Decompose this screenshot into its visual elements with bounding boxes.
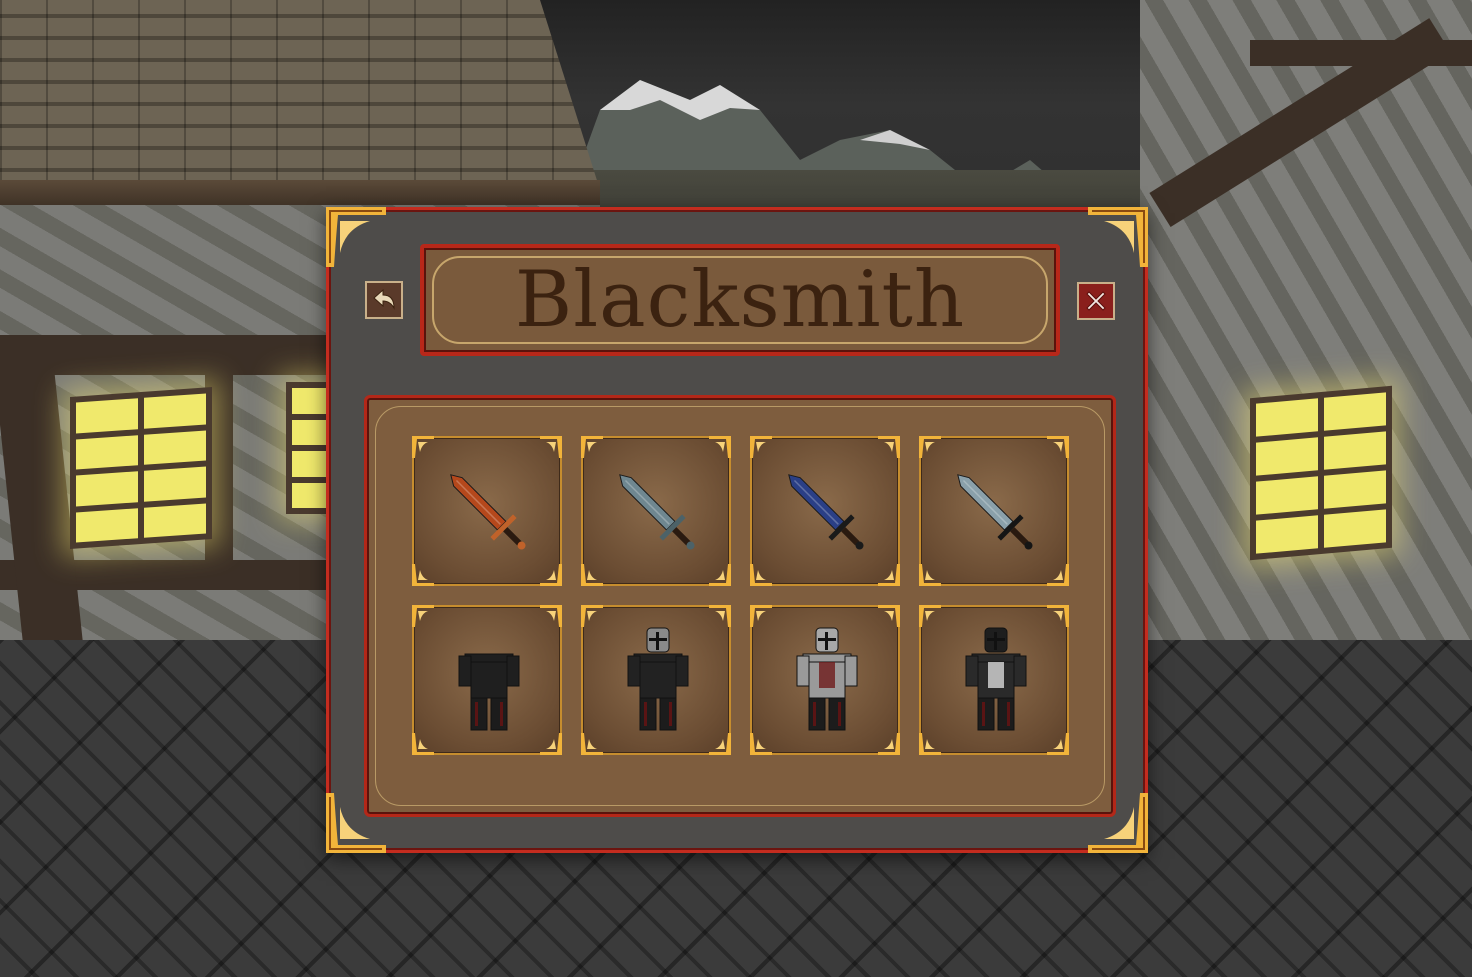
armor-icon: [627, 627, 689, 731]
blacksmith-window: Blacksmith: [326, 207, 1148, 853]
weapon-slot[interactable]: [919, 436, 1069, 586]
close-button[interactable]: [1077, 282, 1115, 320]
weapon-slot[interactable]: [581, 436, 731, 586]
right-lit-window: [1250, 385, 1392, 561]
frame-corner-ornament: [326, 207, 386, 267]
back-button[interactable]: [365, 281, 403, 319]
armor-icon: [965, 627, 1027, 731]
weapon-slot[interactable]: [750, 436, 900, 586]
sword-icon: [619, 474, 695, 550]
window-title: Blacksmith: [514, 255, 966, 345]
frame-corner-ornament: [1088, 207, 1148, 267]
armor-slot[interactable]: [412, 605, 562, 755]
sword-icon: [788, 474, 864, 550]
left-roof: [0, 0, 600, 190]
armor-slot[interactable]: [919, 605, 1069, 755]
armor-icon: [796, 627, 858, 731]
back-arrow-icon: [373, 288, 395, 310]
sword-icon: [450, 474, 526, 550]
title-banner: Blacksmith: [420, 244, 1060, 356]
armor-icon: [458, 653, 520, 731]
armor-slot[interactable]: [581, 605, 731, 755]
close-x-icon: [1086, 291, 1106, 311]
right-top-beam: [1250, 40, 1472, 66]
sword-icon: [957, 474, 1033, 550]
item-grid-panel: [364, 395, 1116, 817]
weapon-slot[interactable]: [412, 436, 562, 586]
armor-slot[interactable]: [750, 605, 900, 755]
left-lit-window: [70, 387, 212, 549]
